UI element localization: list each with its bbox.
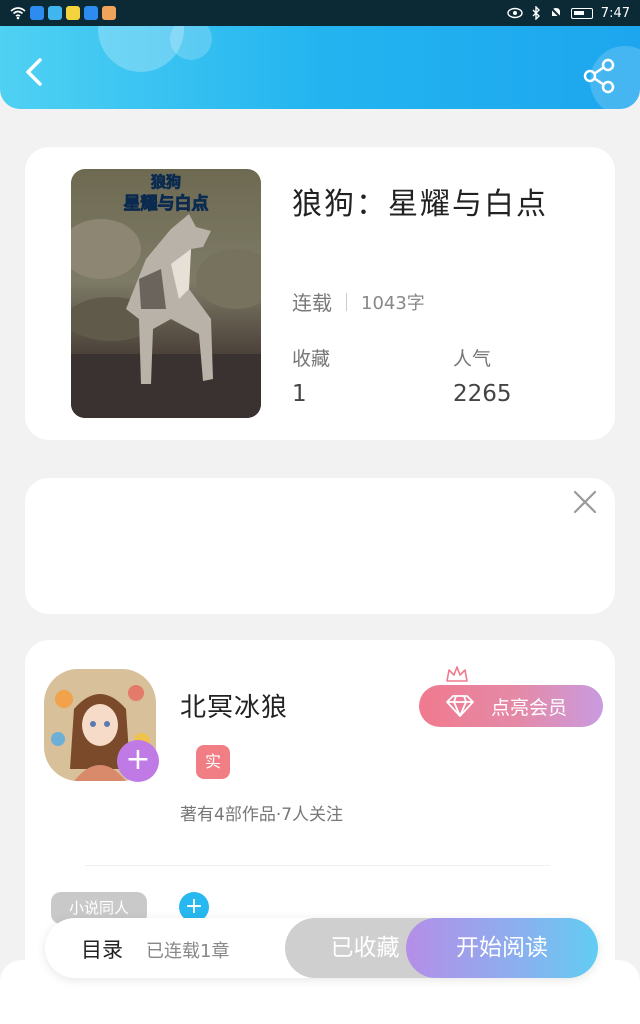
favorites-label: 收藏 bbox=[292, 348, 331, 370]
author-meta: 著有4部作品·7人关注 bbox=[180, 805, 344, 825]
follow-plus-icon[interactable]: + bbox=[117, 740, 159, 782]
serial-status: 连载 bbox=[292, 291, 332, 315]
favorites-value: 1 bbox=[292, 381, 307, 407]
app-notification-icon bbox=[48, 6, 62, 20]
wifi-icon bbox=[10, 7, 26, 20]
book-cover[interactable]: 狼狗 星耀与白点 bbox=[71, 169, 261, 418]
header-bar bbox=[0, 26, 640, 109]
crown-icon bbox=[446, 666, 468, 682]
bottom-action-bar: 目录 已连载1章 已收藏 开始阅读 bbox=[45, 918, 598, 978]
app-notification-icon bbox=[102, 6, 116, 20]
back-arrow-icon[interactable] bbox=[18, 54, 54, 90]
status-time: 7:47 bbox=[600, 5, 630, 21]
toc-button[interactable]: 目录 bbox=[81, 934, 123, 964]
chapter-count: 已连载1章 bbox=[146, 941, 230, 962]
app-notification-icon bbox=[84, 6, 98, 20]
app-notification-icon bbox=[66, 6, 80, 20]
start-reading-button[interactable]: 开始阅读 bbox=[406, 918, 598, 978]
verified-badge: 实 bbox=[196, 745, 230, 779]
decor-bubble bbox=[170, 26, 212, 60]
vip-membership-button[interactable]: 点亮会员 bbox=[419, 685, 603, 727]
close-icon[interactable] bbox=[571, 488, 599, 516]
status-bar: 7:47 bbox=[0, 0, 640, 26]
mute-icon bbox=[549, 6, 563, 20]
book-title: 狼狗：星耀与白点 bbox=[292, 187, 548, 222]
ad-card bbox=[25, 478, 615, 614]
svg-text:星耀与白点: 星耀与白点 bbox=[124, 193, 209, 214]
vip-button-label: 点亮会员 bbox=[491, 696, 568, 719]
status-divider bbox=[346, 292, 347, 311]
book-status-row: 连载 1043字 bbox=[292, 287, 425, 316]
diamond-icon bbox=[446, 695, 474, 717]
svg-text:狼狗: 狼狗 bbox=[151, 173, 181, 191]
app-notification-icon bbox=[30, 6, 44, 20]
battery-icon bbox=[570, 7, 593, 19]
popularity-value: 2265 bbox=[453, 381, 512, 407]
popularity-label: 人气 bbox=[453, 348, 492, 370]
eye-icon bbox=[507, 7, 523, 19]
word-count: 1043字 bbox=[361, 292, 425, 314]
author-name: 北冥冰狼 bbox=[180, 693, 289, 723]
share-icon[interactable] bbox=[580, 56, 620, 96]
divider bbox=[85, 865, 550, 866]
notification-icons bbox=[10, 6, 116, 20]
bluetooth-icon bbox=[532, 6, 540, 20]
book-info-card: 狼狗 星耀与白点 狼狗：星耀与白点 连载 1043字 收藏 1 人气 2265 bbox=[25, 147, 615, 440]
